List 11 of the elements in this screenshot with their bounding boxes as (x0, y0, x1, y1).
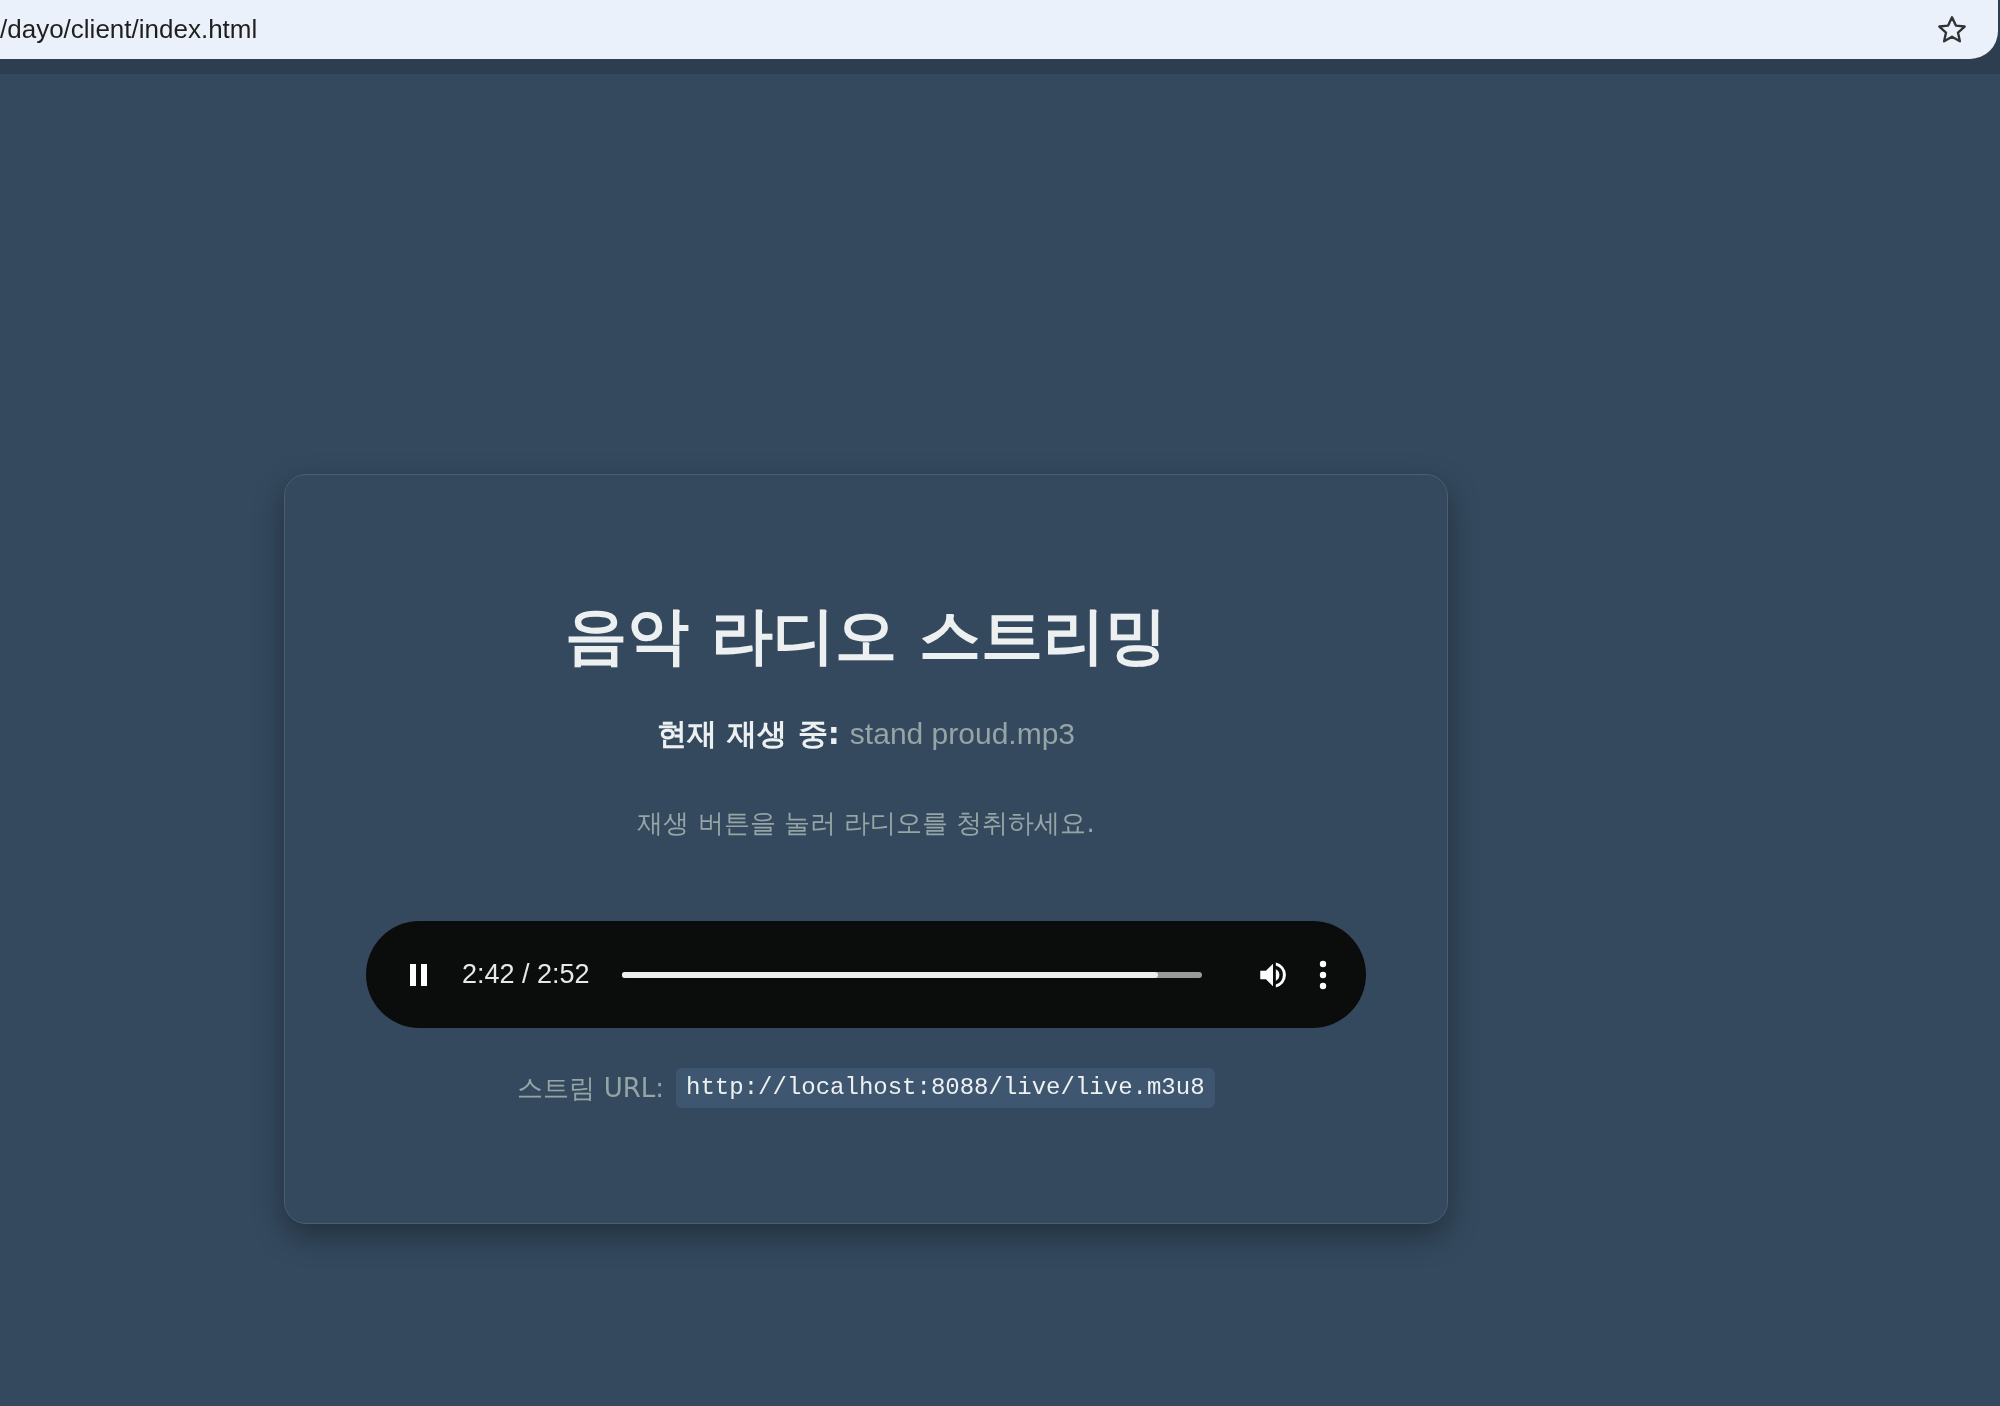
track-name: stand proud.mp3 (849, 716, 1075, 752)
url-text: /dayo/client/index.html (0, 13, 258, 46)
more-options-icon[interactable] (1318, 959, 1328, 990)
page-title: 음악 라디오 스트리밍 (565, 605, 1167, 667)
address-bar[interactable]: /dayo/client/index.html (0, 0, 1998, 59)
stream-url-label: 스트림 URL: (517, 1071, 665, 1105)
stream-url: http://localhost:8088/live/live.m3u8 (676, 1068, 1215, 1108)
instruction-text: 재생 버튼을 눌러 라디오를 청취하세요. (637, 807, 1095, 840)
now-playing-label: 현재 재생 중: (656, 715, 840, 753)
playback-time: 2:42 / 2:52 (462, 958, 590, 992)
audio-player[interactable]: 2:42 / 2:52 (366, 921, 1366, 1028)
